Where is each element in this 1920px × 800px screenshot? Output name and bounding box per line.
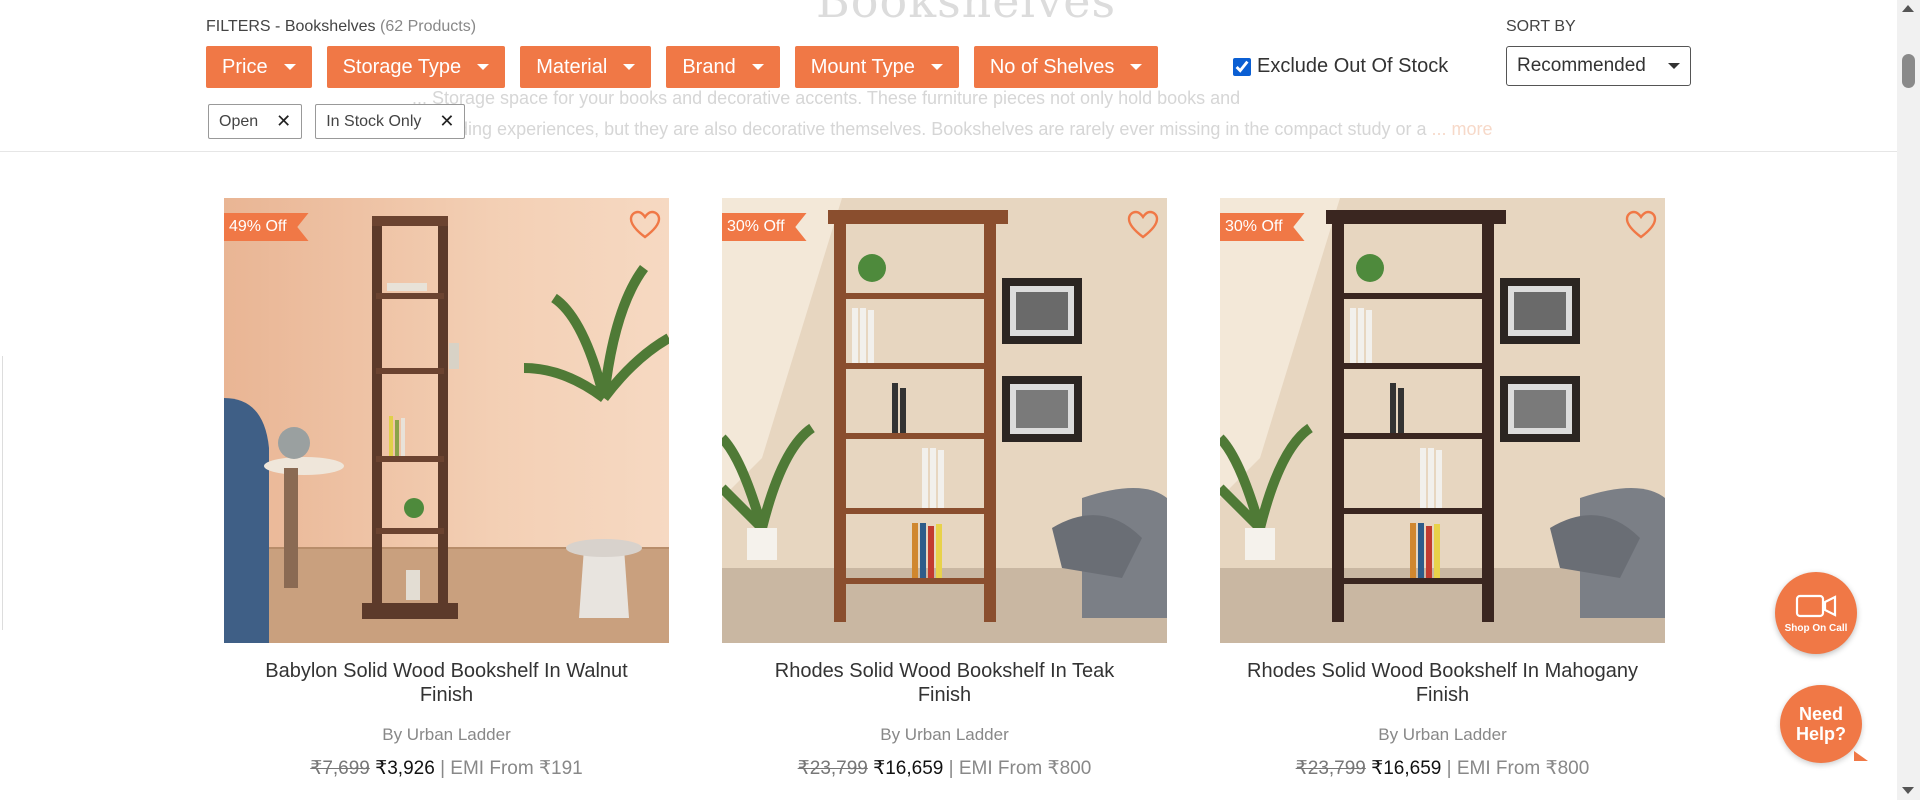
chevron-down-icon	[1668, 63, 1680, 69]
filter-label: Material	[536, 55, 608, 78]
product-price: ₹23,799 ₹16,659 | EMI From ₹800	[722, 757, 1167, 780]
sort-by-label: SORT BY	[1506, 18, 1576, 35]
shop-on-call-label: Shop On Call	[1784, 622, 1848, 634]
product-mrp: ₹23,799	[797, 758, 868, 779]
active-filters: Open ✕ In Stock Only ✕	[208, 104, 466, 139]
read-more-link[interactable]: ... more	[1432, 119, 1493, 139]
product-sale-price: ₹16,659	[873, 758, 944, 779]
filter-material-button[interactable]: Material	[520, 46, 652, 88]
chevron-down-icon	[1130, 64, 1143, 70]
product-mrp: ₹7,699	[310, 758, 370, 779]
discount-badge: 30% Off	[722, 213, 807, 241]
filter-mount-type-button[interactable]: Mount Type	[794, 46, 959, 88]
heart-icon[interactable]	[1127, 210, 1159, 240]
filter-label: Brand	[682, 55, 736, 78]
heart-icon[interactable]	[629, 210, 661, 240]
filter-heading: FILTERS - Bookshelves (62 Products)	[206, 18, 476, 36]
product-mrp: ₹23,799	[1295, 758, 1366, 779]
need-help-label: Need Help?	[1795, 704, 1846, 744]
product-brand: By Urban Ladder	[1378, 725, 1507, 744]
filter-storage-type-button[interactable]: Storage Type	[326, 46, 506, 88]
header-divider	[0, 151, 1897, 152]
need-help-button[interactable]: Need Help?	[1780, 685, 1868, 763]
product-brand: By Urban Ladder	[382, 725, 511, 744]
filter-label: Price	[222, 55, 268, 78]
product-emi: | EMI From ₹800	[948, 758, 1092, 779]
product-sale-price: ₹16,659	[1371, 758, 1442, 779]
exclude-out-of-stock[interactable]: Exclude Out Of Stock	[1233, 55, 1448, 78]
product-price: ₹23,799 ₹16,659 | EMI From ₹800	[1220, 757, 1665, 780]
product-price: ₹7,699 ₹3,926 | EMI From ₹191	[224, 757, 669, 780]
product-title[interactable]: Rhodes Solid Wood Bookshelf In Teak Fini…	[722, 659, 1167, 707]
chevron-down-icon	[283, 64, 296, 70]
chevron-down-icon	[930, 64, 943, 70]
shop-on-call-button[interactable]: Shop On Call	[1775, 572, 1857, 654]
product-title[interactable]: Babylon Solid Wood Bookshelf In Walnut F…	[224, 659, 669, 707]
filter-buttons: Price Storage Type Material Brand Mount …	[206, 46, 1159, 88]
product-emi: | EMI From ₹800	[1446, 758, 1590, 779]
product-sale-price: ₹3,926	[375, 758, 435, 779]
discount-badge: 30% Off	[1220, 213, 1305, 241]
product-card[interactable]: 49% Off Babylon Solid Wood Bookshelf In …	[224, 198, 669, 780]
filter-chip-in-stock-only[interactable]: In Stock Only ✕	[315, 104, 466, 139]
product-image[interactable]: 49% Off	[224, 198, 669, 643]
chevron-down-icon	[477, 64, 490, 70]
category-description-background: ... Storage space for your books and dec…	[412, 83, 1672, 145]
filter-label: Storage Type	[342, 55, 462, 78]
category-title-background: Bookshelves	[816, 0, 1117, 28]
product-card[interactable]: 30% Off Rhodes Solid Wood Bookshelf In M…	[1220, 198, 1665, 780]
product-emi: | EMI From ₹191	[440, 758, 583, 779]
discount-badge: 49% Off	[224, 213, 309, 241]
product-brand: By Urban Ladder	[880, 725, 1009, 744]
exclude-out-of-stock-label: Exclude Out Of Stock	[1257, 55, 1449, 77]
description-line: ... reading experiences, but they are al…	[412, 119, 1493, 139]
heart-icon[interactable]	[1625, 210, 1657, 240]
product-count: (62 Products)	[380, 18, 477, 35]
filter-brand-button[interactable]: Brand	[666, 46, 780, 88]
exclude-out-of-stock-checkbox[interactable]	[1233, 57, 1251, 76]
product-image[interactable]: 30% Off	[722, 198, 1167, 643]
close-icon[interactable]: ✕	[439, 111, 454, 132]
sort-select[interactable]: Recommended	[1506, 46, 1691, 86]
scroll-down-arrow-icon[interactable]	[1902, 787, 1914, 794]
filter-label: No of Shelves	[989, 55, 1115, 78]
chip-label: Open	[219, 112, 259, 130]
scroll-thumb[interactable]	[1902, 54, 1915, 88]
filter-no-of-shelves-button[interactable]: No of Shelves	[973, 46, 1159, 88]
side-panel-edge	[0, 356, 3, 630]
scroll-up-arrow-icon[interactable]	[1902, 5, 1914, 12]
chevron-down-icon	[623, 64, 636, 70]
product-card[interactable]: 30% Off Rhodes Solid Wood Bookshelf In T…	[722, 198, 1167, 780]
chevron-down-icon	[751, 64, 764, 70]
filter-heading-label: FILTERS - Bookshelves	[206, 18, 376, 35]
chip-label: In Stock Only	[326, 112, 422, 130]
filter-price-button[interactable]: Price	[206, 46, 312, 88]
filter-chip-open[interactable]: Open ✕	[208, 104, 303, 139]
product-image[interactable]: 30% Off	[1220, 198, 1665, 643]
filter-label: Mount Type	[810, 55, 915, 78]
video-call-icon	[1795, 594, 1837, 617]
product-title[interactable]: Rhodes Solid Wood Bookshelf In Mahogany …	[1220, 659, 1665, 707]
sort-selected-value: Recommended	[1517, 55, 1646, 76]
vertical-scrollbar[interactable]	[1897, 0, 1920, 800]
close-icon[interactable]: ✕	[276, 111, 291, 132]
